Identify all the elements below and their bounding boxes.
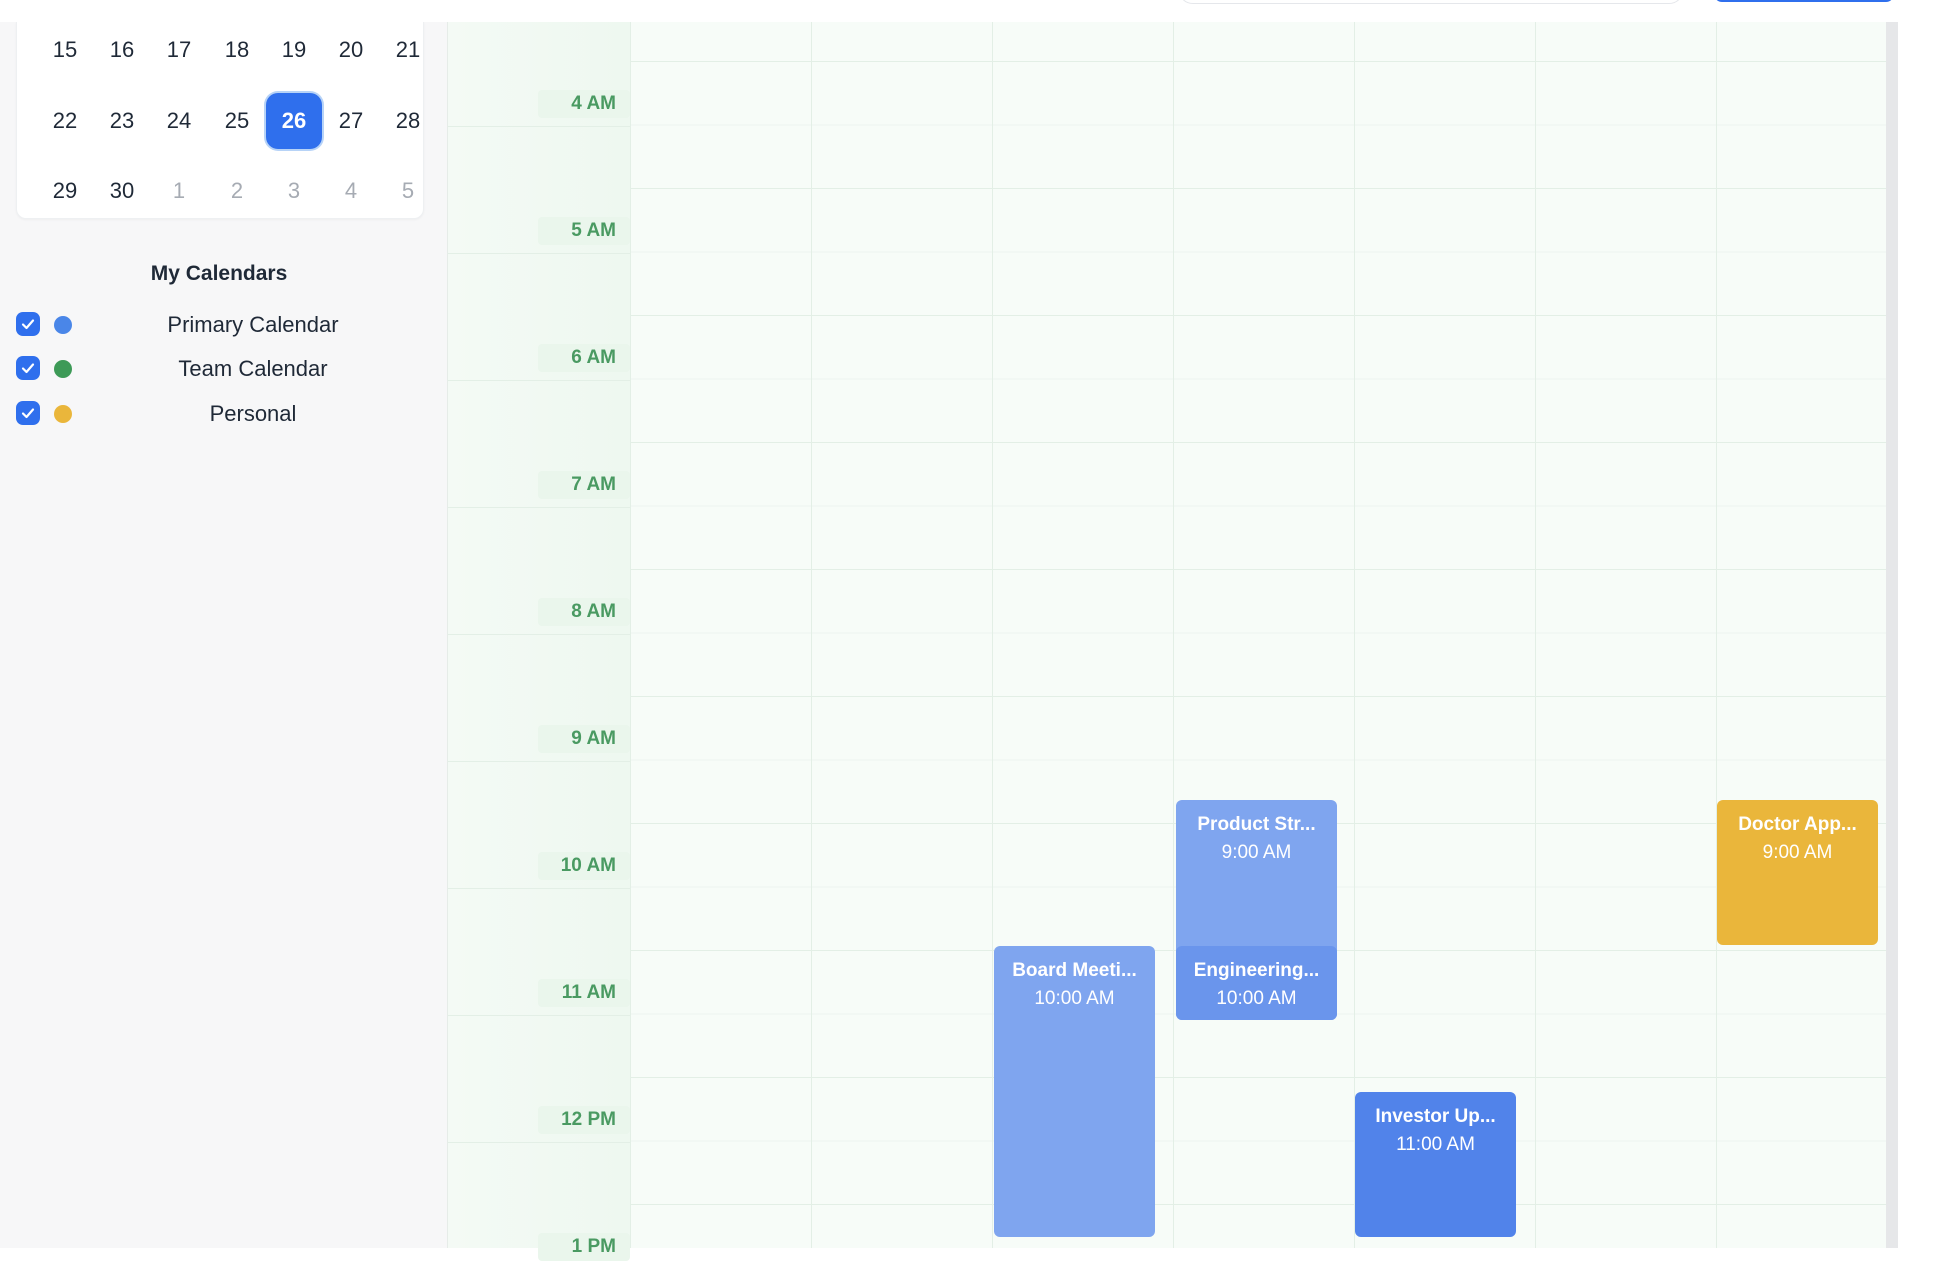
checkbox-checked[interactable]: [16, 356, 40, 380]
calendar-item-label: Personal: [209, 401, 297, 426]
my-calendars-title: My Calendars: [150, 262, 288, 285]
checkbox-checked[interactable]: [16, 312, 40, 336]
hour-label: 4 AM: [538, 90, 630, 118]
mini-calendar-day[interactable]: 22: [37, 93, 93, 149]
top-header-strip: [0, 0, 1944, 22]
hour-label: 5 AM: [538, 217, 630, 245]
create-event-button[interactable]: [1714, 0, 1894, 2]
week-view-grid: 4 AM 5 AM 6 AM 7 AM 8 AM 9 AM 10 AM 11 A…: [447, 22, 1898, 1261]
hour-label: 9 AM: [538, 725, 630, 753]
calendar-color-dot: [54, 405, 72, 423]
mini-calendar: 15 16 17 18 19 20 21 22 23 24 25 26 27 2…: [16, 22, 424, 219]
mini-calendar-day-other-month[interactable]: 5: [380, 163, 436, 219]
mini-calendar-day[interactable]: 20: [323, 22, 379, 78]
calendar-color-dot: [54, 360, 72, 378]
mini-calendar-day[interactable]: 23: [94, 93, 150, 149]
mini-calendar-day-other-month[interactable]: 3: [266, 163, 322, 219]
calendar-item-personal[interactable]: Personal: [0, 393, 447, 433]
calendar-color-dot: [54, 316, 72, 334]
mini-calendar-week: 15 16 17 18 19 20 21: [17, 22, 423, 80]
mini-calendar-day[interactable]: 28: [380, 93, 436, 149]
hour-divider: [448, 1142, 630, 1143]
event-board-meeting[interactable]: Board Meeti... 10:00 AM: [994, 946, 1155, 1237]
mini-calendar-day[interactable]: 18: [209, 22, 265, 78]
hour-label: 1 PM: [538, 1233, 630, 1261]
hour-label: 10 AM: [538, 852, 630, 880]
mini-calendar-day-other-month[interactable]: 1: [151, 163, 207, 219]
event-title: Investor Up...: [1375, 1106, 1496, 1127]
hour-divider: [448, 761, 630, 762]
hour-label: 11 AM: [538, 979, 630, 1007]
mini-calendar-day[interactable]: 29: [37, 163, 93, 219]
mini-calendar-day-other-month[interactable]: 2: [209, 163, 265, 219]
event-time: 11:00 AM: [1396, 1134, 1475, 1155]
hour-divider: [448, 1015, 630, 1016]
event-time: 10:00 AM: [1034, 988, 1115, 1009]
calendar-item-primary[interactable]: Primary Calendar: [0, 304, 447, 344]
hour-divider: [448, 253, 630, 254]
calendar-item-label: Team Calendar: [178, 356, 328, 381]
event-title: Board Meeti...: [1012, 960, 1137, 981]
hour-label: 6 AM: [538, 344, 630, 372]
event-title: Product Str...: [1197, 814, 1316, 835]
mini-calendar-day[interactable]: 15: [37, 22, 93, 78]
event-time: 9:00 AM: [1221, 842, 1292, 863]
sidebar: 15 16 17 18 19 20 21 22 23 24 25 26 27 2…: [0, 22, 447, 1248]
event-engineering[interactable]: Engineering... 10:00 AM: [1176, 946, 1337, 1020]
hour-label: 7 AM: [538, 471, 630, 499]
mini-calendar-week: 29 30 1 2 3 4 5: [17, 163, 423, 221]
event-title: Doctor App...: [1738, 814, 1857, 835]
hour-divider: [448, 888, 630, 889]
checkmark-icon: [21, 363, 35, 374]
vertical-scrollbar[interactable]: [1886, 22, 1898, 1248]
event-title: Engineering...: [1193, 960, 1320, 981]
mini-calendar-day[interactable]: 24: [151, 93, 207, 149]
hour-label: 8 AM: [538, 598, 630, 626]
checkmark-icon: [21, 319, 35, 330]
hour-divider: [448, 126, 630, 127]
event-doctor-appointment[interactable]: Doctor App... 9:00 AM: [1717, 800, 1878, 945]
hour-divider: [448, 634, 630, 635]
checkbox-checked[interactable]: [16, 401, 40, 425]
time-gutter: 4 AM 5 AM 6 AM 7 AM 8 AM 9 AM 10 AM 11 A…: [448, 22, 630, 1261]
checkmark-icon: [21, 408, 35, 419]
calendar-item-team[interactable]: Team Calendar: [0, 348, 447, 388]
mini-calendar-day[interactable]: 30: [94, 163, 150, 219]
event-time: 9:00 AM: [1762, 842, 1833, 863]
mini-calendar-day[interactable]: 25: [209, 93, 265, 149]
mini-calendar-day[interactable]: 16: [94, 22, 150, 78]
mini-calendar-week: 22 23 24 25 26 27 28: [17, 93, 423, 151]
mini-calendar-day[interactable]: 21: [380, 22, 436, 78]
event-time: 10:00 AM: [1216, 988, 1297, 1009]
day-columns[interactable]: Product Str... 9:00 AM Doctor App... 9:0…: [630, 22, 1886, 1248]
event-investor-update[interactable]: Investor Up... 11:00 AM: [1355, 1092, 1516, 1237]
hour-divider: [448, 507, 630, 508]
hour-label: 12 PM: [538, 1106, 630, 1134]
mini-calendar-day-other-month[interactable]: 4: [323, 163, 379, 219]
mini-calendar-day[interactable]: 19: [266, 22, 322, 78]
mini-calendar-day[interactable]: 27: [323, 93, 379, 149]
calendar-item-label: Primary Calendar: [167, 312, 339, 337]
mini-calendar-day-selected[interactable]: 26: [266, 93, 322, 149]
mini-calendar-day[interactable]: 17: [151, 22, 207, 78]
search-input[interactable]: [1178, 0, 1684, 4]
hour-divider: [448, 380, 630, 381]
